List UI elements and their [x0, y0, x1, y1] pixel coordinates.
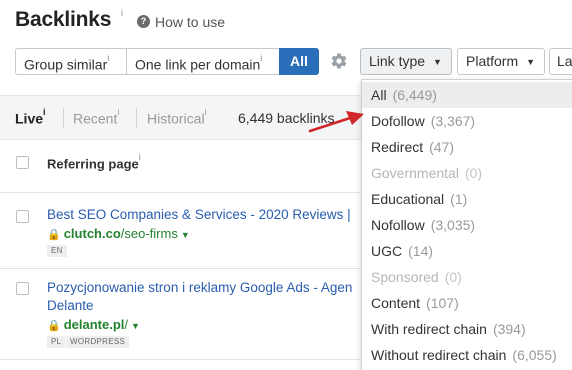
tab-live[interactable]: Livei [15, 107, 46, 127]
referring-page-link[interactable]: Pozycjonowanie stron i reklamy Google Ad… [47, 279, 367, 315]
menu-item-label: All [371, 87, 387, 103]
menu-item-count: (394) [492, 321, 526, 337]
language-label: La [557, 53, 572, 69]
domain-path: /seo-firms [120, 226, 178, 241]
chevron-down-icon: ▼ [526, 57, 536, 67]
domain-name: clutch.co [63, 226, 121, 241]
group-similar-label: Group similar [24, 56, 108, 73]
referring-domain[interactable]: 🔒 clutch.co/seo-firms ▼ [47, 226, 190, 243]
chevron-down-icon[interactable]: ▼ [131, 321, 140, 331]
gear-icon[interactable] [330, 52, 348, 70]
one-link-info-icon: i [260, 53, 263, 63]
menu-item-count: (107) [426, 295, 459, 311]
platform-dropdown[interactable]: Platform ▼ [457, 48, 545, 75]
menu-item-label: Content [371, 295, 421, 311]
menu-item-label: Governmental [371, 165, 459, 181]
tab-live-label: Live [15, 110, 44, 127]
one-link-per-domain-label: One link per domain [135, 56, 261, 73]
menu-item-count: (14) [408, 243, 434, 259]
select-all-checkbox[interactable] [16, 156, 29, 169]
referring-page-title-line: Pozycjonowanie stron i reklamy Google Ad… [47, 280, 353, 295]
menu-item-label: Dofollow [371, 113, 425, 129]
annotation-arrow-icon [308, 111, 364, 133]
menu-item-count: (47) [429, 139, 455, 155]
lock-icon: 🔒 [47, 229, 61, 241]
domain-path: / [124, 317, 129, 332]
menu-item-content[interactable]: Content (107) [362, 290, 572, 316]
domain-name: delante.pl [63, 317, 125, 332]
menu-item-label: Sponsored [371, 269, 439, 285]
language-tag: PL [47, 336, 66, 348]
menu-item-redirect[interactable]: Redirect (47) [362, 134, 572, 160]
page-title: Backlinks [15, 8, 112, 31]
menu-item-label: With redirect chain [371, 321, 487, 337]
tab-divider [63, 108, 64, 128]
tab-divider [136, 108, 137, 128]
menu-item-count: (6,055) [512, 347, 557, 363]
chevron-down-icon[interactable]: ▼ [181, 230, 190, 240]
menu-item-label: Redirect [371, 139, 424, 155]
title-info-icon[interactable]: i [121, 8, 123, 18]
menu-item-nofollow[interactable]: Nofollow (3,035) [362, 212, 572, 238]
menu-item-ugc[interactable]: UGC (14) [362, 238, 572, 264]
tab-historical[interactable]: Historicali [147, 107, 207, 127]
referring-page-title-line: Delante [47, 298, 94, 313]
menu-item-governmental: Governmental (0) [362, 160, 572, 186]
menu-item-sponsored: Sponsored (0) [362, 264, 572, 290]
menu-item-label: Educational [371, 191, 445, 207]
menu-item-label: Without redirect chain [371, 347, 507, 363]
chevron-down-icon: ▼ [433, 57, 442, 67]
referring-page-link[interactable]: Best SEO Companies & Services - 2020 Rev… [47, 206, 367, 224]
menu-item-educational[interactable]: Educational (1) [362, 186, 572, 212]
language-tag: EN [47, 245, 67, 257]
one-link-per-domain-button[interactable]: One link per domaini [126, 48, 280, 75]
tab-historical-label: Historical [147, 110, 205, 127]
how-to-use-link[interactable]: How to use [155, 14, 225, 30]
row-checkbox[interactable] [16, 282, 29, 295]
tab-recent[interactable]: Recenti [73, 107, 119, 127]
menu-item-with-redirect-chain[interactable]: With redirect chain (394) [362, 316, 572, 342]
referring-page-header[interactable]: Referring pagei [47, 152, 141, 172]
menu-item-all[interactable]: All (6,449) [362, 82, 572, 108]
referring-page-header-label: Referring page [47, 156, 139, 172]
help-icon[interactable]: ? [137, 15, 150, 28]
menu-item-count: (3,035) [430, 217, 476, 233]
menu-item-count: (0) [444, 269, 462, 285]
menu-item-count: (1) [450, 191, 468, 207]
link-type-menu: All (6,449) Dofollow (3,367) Redirect (47) … [361, 79, 572, 370]
referring-domain[interactable]: 🔒 delante.pl/▼ [47, 317, 140, 334]
all-button[interactable]: All [279, 48, 319, 75]
row-checkbox[interactable] [16, 210, 29, 223]
menu-item-label: Nofollow [371, 217, 425, 233]
language-dropdown[interactable]: La [549, 48, 572, 75]
menu-item-count: (6,449) [392, 87, 437, 103]
link-type-dropdown[interactable]: Link type ▼ [360, 48, 452, 75]
menu-item-count: (3,367) [430, 113, 476, 129]
link-type-label: Link type [369, 53, 426, 69]
group-similar-info-icon: i [107, 53, 110, 63]
referring-page-info-icon: i [138, 152, 141, 162]
menu-item-without-redirect-chain[interactable]: Without redirect chain (6,055) [362, 342, 572, 368]
lock-icon: 🔒 [47, 320, 61, 332]
tab-historical-info-icon: i [204, 107, 207, 117]
menu-item-dofollow[interactable]: Dofollow (3,367) [362, 108, 572, 134]
group-similar-button[interactable]: Group similari [15, 48, 127, 75]
menu-item-count: (0) [464, 165, 483, 181]
menu-item-label: UGC [371, 243, 403, 259]
tab-recent-label: Recent [73, 110, 118, 127]
platform-label: Platform [466, 53, 519, 69]
platform-tag: WORDPRESS [66, 336, 130, 348]
tab-live-info-icon: i [43, 107, 46, 117]
